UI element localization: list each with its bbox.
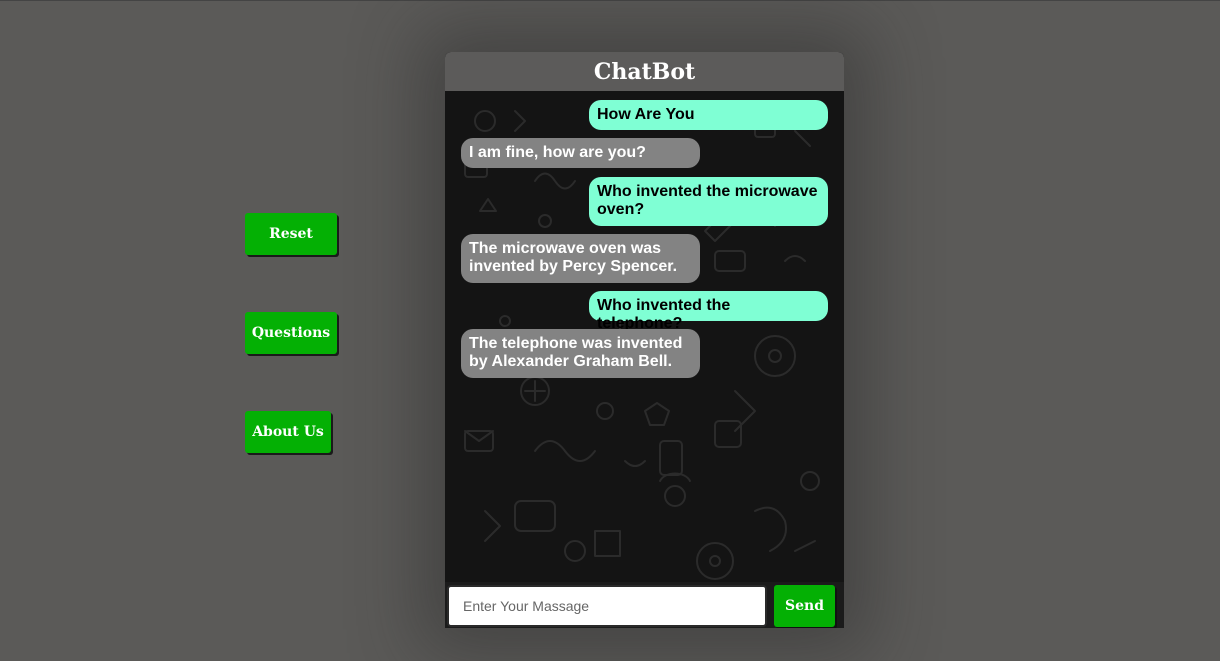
about-us-button[interactable]: About Us	[245, 411, 331, 453]
user-message: Who invented the telephone?	[589, 291, 828, 332]
bot-message: The telephone was invented by Alexander …	[461, 329, 700, 378]
page: Reset Questions About Us ChatBot How Are…	[0, 0, 1220, 661]
chat-header: ChatBot	[445, 52, 844, 91]
bot-message: The microwave oven was invented by Percy…	[461, 234, 700, 283]
send-button[interactable]: Send	[774, 585, 835, 627]
user-message: How Are You	[589, 100, 828, 130]
user-message: Who invented the microwave oven?	[589, 177, 828, 226]
chat-title: ChatBot	[593, 58, 696, 85]
chat-input-bar: Send	[445, 582, 844, 628]
bot-message: I am fine, how are you?	[461, 138, 700, 168]
chat-messages-area[interactable]: How Are You I am fine, how are you? Who …	[445, 91, 844, 582]
chat-window: ChatBot How Are You I am fine, how are y…	[445, 52, 844, 628]
reset-button[interactable]: Reset	[245, 213, 337, 255]
message-input[interactable]	[447, 585, 767, 627]
questions-button[interactable]: Questions	[245, 312, 337, 354]
